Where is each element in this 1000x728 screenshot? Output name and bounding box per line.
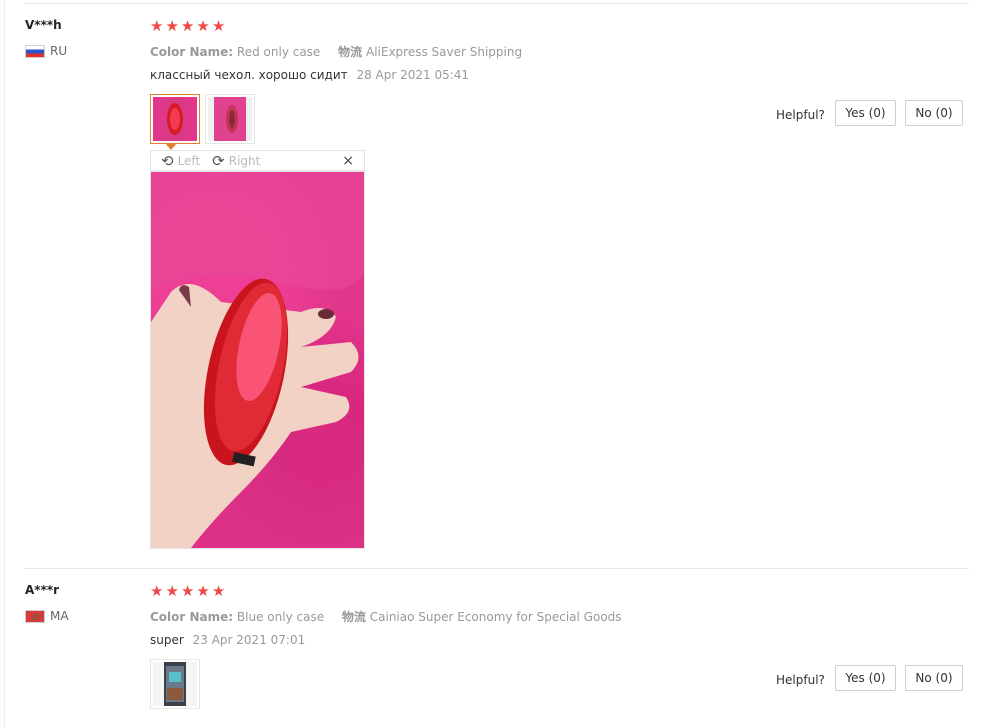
logistics-key: 物流	[338, 45, 363, 59]
phone-case-photo	[153, 662, 197, 706]
star-icon: ★	[180, 582, 195, 600]
star-icon: ★	[150, 17, 164, 35]
review-content: super 23 Apr 2021 07:01	[150, 633, 305, 647]
close-icon[interactable]: ×	[342, 153, 354, 169]
review-photo-thumb[interactable]	[150, 659, 200, 709]
reviewer-country: MA	[25, 609, 69, 623]
review-text: super	[150, 633, 184, 647]
star-icon: ★	[211, 582, 226, 600]
phone-case-photo	[153, 97, 197, 141]
photo-viewer-toolbar: ⟲ Left ⟳ Right ×	[150, 150, 365, 171]
expanded-review-photo[interactable]	[150, 171, 365, 549]
reviewer-name: V***h	[25, 18, 62, 32]
reviewer-name: A***r	[25, 583, 60, 597]
helpful-label: Helpful?	[776, 673, 825, 687]
review-date: 23 Apr 2021 07:01	[192, 633, 306, 647]
review-photo-thumb[interactable]	[205, 94, 255, 144]
star-icon: ★	[196, 582, 210, 600]
helpful-label: Helpful?	[776, 108, 825, 122]
logistics-value: AliExpress Saver Shipping	[366, 45, 523, 59]
star-rating: ★ ★ ★ ★ ★	[150, 19, 225, 34]
sku-info: Color Name: Blue only case 物流 Cainiao Su…	[150, 608, 622, 625]
rotate-right-icon: ⟳	[212, 151, 225, 170]
country-code: MA	[50, 609, 69, 623]
review-text: классный чехол. хорошо сидит	[150, 68, 348, 82]
rotate-left-button[interactable]: ⟲ Left	[161, 152, 200, 170]
helpful-yes-button[interactable]: Yes (0)	[835, 665, 896, 691]
sku-value: Red only case	[236, 45, 321, 59]
sku-value: Blue only case	[236, 610, 325, 624]
divider	[24, 3, 969, 4]
country-code: RU	[50, 44, 68, 58]
rotate-right-label: Right	[228, 153, 261, 168]
star-icon: ★	[165, 582, 179, 600]
rotate-left-label: Left	[177, 153, 201, 168]
phone-case-photo	[208, 97, 252, 141]
flag-ma-icon	[25, 609, 45, 623]
helpful-yes-button[interactable]: Yes (0)	[835, 100, 896, 126]
flag-ru-icon	[25, 44, 45, 58]
star-rating: ★ ★ ★ ★ ★	[150, 584, 225, 599]
star-icon: ★	[165, 17, 179, 35]
phone-case-in-hand-photo	[151, 172, 364, 548]
star-icon: ★	[180, 17, 195, 35]
sku-info: Color Name: Red only case 物流 AliExpress …	[150, 43, 522, 60]
review-photo-thumb[interactable]	[150, 94, 200, 144]
sku-key: Color Name:	[150, 610, 234, 624]
review-date: 28 Apr 2021 05:41	[356, 68, 470, 82]
logistics-key: 物流	[341, 610, 366, 624]
review-content: классный чехол. хорошо сидит 28 Apr 2021…	[150, 68, 469, 82]
page-left-border	[4, 0, 5, 728]
active-thumb-indicator	[165, 143, 177, 150]
sku-key: Color Name:	[150, 45, 234, 59]
divider	[24, 568, 969, 569]
helpful-no-button[interactable]: No (0)	[905, 100, 963, 126]
star-icon: ★	[150, 582, 164, 600]
logistics-value: Cainiao Super Economy for Special Goods	[369, 610, 622, 624]
star-icon: ★	[196, 17, 210, 35]
rotate-left-icon: ⟲	[161, 151, 174, 170]
rotate-right-button[interactable]: ⟳ Right	[212, 152, 260, 170]
reviewer-country: RU	[25, 44, 67, 58]
helpful-no-button[interactable]: No (0)	[905, 665, 963, 691]
star-icon: ★	[211, 17, 226, 35]
